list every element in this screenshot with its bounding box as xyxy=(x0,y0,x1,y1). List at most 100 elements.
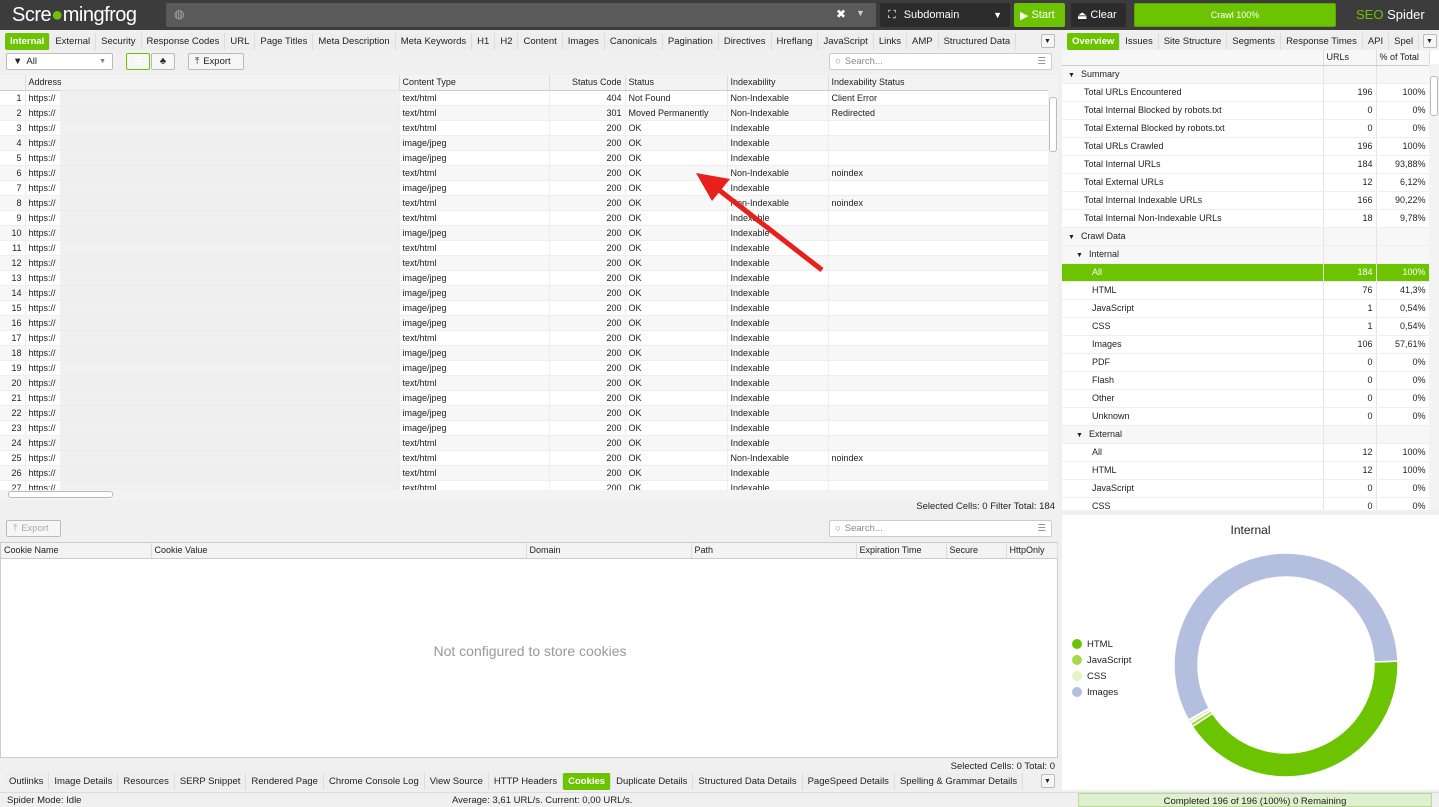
cookie-column-header[interactable]: Secure xyxy=(946,543,1007,559)
tab-h2[interactable]: H2 xyxy=(495,33,519,50)
tab-api[interactable]: API xyxy=(1362,33,1390,50)
tab-rendered-page[interactable]: Rendered Page xyxy=(246,773,324,790)
overview-row[interactable]: Total Internal Non-Indexable URLs 18 9,78% xyxy=(1062,209,1430,228)
tab-image-details[interactable]: Image Details xyxy=(49,773,119,790)
expand-arrow-icon[interactable]: ▼ xyxy=(1068,72,1075,79)
filter-dropdown[interactable]: ▼ All ▼ xyxy=(6,53,113,70)
overview-row[interactable]: CSS 1 0,54% xyxy=(1062,317,1430,336)
tab-directives[interactable]: Directives xyxy=(718,33,772,50)
cookie-column-header[interactable]: Cookie Name xyxy=(1,543,152,559)
col-urls[interactable]: URLs xyxy=(1323,50,1377,66)
cookie-column-header[interactable]: Cookie Value xyxy=(151,543,527,559)
tab-overview[interactable]: Overview xyxy=(1067,33,1121,50)
tab-site-structure[interactable]: Site Structure xyxy=(1158,33,1228,50)
url-input[interactable]: ◍ ✖ ▼ xyxy=(166,3,876,27)
tab-links[interactable]: Links xyxy=(873,33,907,50)
overview-row[interactable]: Other 0 0% xyxy=(1062,389,1430,408)
overview-row[interactable]: Unknown 0 0% xyxy=(1062,407,1430,426)
tab-response-times[interactable]: Response Times xyxy=(1281,33,1363,50)
overview-row[interactable]: JavaScript 1 0,54% xyxy=(1062,299,1430,318)
overview-row[interactable]: CSS 0 0% xyxy=(1062,497,1430,510)
overview-row[interactable]: ▼ Summary xyxy=(1062,65,1430,84)
tab-page-titles[interactable]: Page Titles xyxy=(255,33,314,50)
tab-hreflang[interactable]: Hreflang xyxy=(771,33,819,50)
tab-chrome-console-log[interactable]: Chrome Console Log xyxy=(323,773,425,790)
overview-row[interactable]: Total Internal URLs 184 93,88% xyxy=(1062,155,1430,174)
overview-row[interactable]: JavaScript 0 0% xyxy=(1062,479,1430,498)
tab-cookies[interactable]: Cookies xyxy=(563,773,612,790)
tab-issues[interactable]: Issues xyxy=(1120,33,1159,50)
tab-internal[interactable]: Internal xyxy=(5,33,51,50)
overview-row[interactable]: Total Internal Blocked by robots.txt 0 0% xyxy=(1062,101,1430,120)
overview-row[interactable]: PDF 0 0% xyxy=(1062,353,1430,372)
vertical-scrollbar[interactable] xyxy=(1048,75,1058,490)
tab-images[interactable]: Images xyxy=(562,33,605,50)
more-bottom-tabs-dropdown[interactable]: ▼ xyxy=(1041,774,1055,788)
filter-settings-icon[interactable]: ☰ xyxy=(1037,523,1046,534)
column-header[interactable]: Indexability xyxy=(727,75,829,91)
expand-arrow-icon[interactable]: ▼ xyxy=(1076,432,1083,439)
tab-pagespeed-details[interactable]: PageSpeed Details xyxy=(802,773,895,790)
tab-resources[interactable]: Resources xyxy=(118,773,175,790)
column-header[interactable]: Status xyxy=(625,75,728,91)
search-input[interactable]: ○ Search... ☰ xyxy=(829,53,1052,70)
lower-search-input[interactable]: ○ Search... ☰ xyxy=(829,520,1052,537)
mode-dropdown[interactable]: ⛶ Subdomain ▼ xyxy=(880,3,1010,27)
overview-row[interactable]: ▼ Internal xyxy=(1062,245,1430,264)
expand-arrow-icon[interactable]: ▼ xyxy=(1076,252,1083,259)
tab-spelling-grammar-details[interactable]: Spelling & Grammar Details xyxy=(894,773,1024,790)
lower-export-button[interactable]: ⤒ Export xyxy=(6,520,61,537)
tree-view-button[interactable]: ♣ xyxy=(151,53,175,70)
tab-view-source[interactable]: View Source xyxy=(424,773,489,790)
cookie-column-header[interactable]: Expiration Time xyxy=(856,543,947,559)
clear-button[interactable]: ⏏ Clear xyxy=(1071,3,1126,27)
overview-row[interactable]: All 184 100% xyxy=(1062,263,1430,282)
tab-duplicate-details[interactable]: Duplicate Details xyxy=(611,773,694,790)
tab-canonicals[interactable]: Canonicals xyxy=(604,33,663,50)
overview-row[interactable]: Total URLs Encountered 196 100% xyxy=(1062,83,1430,102)
more-right-tabs-dropdown[interactable]: ▼ xyxy=(1423,34,1437,48)
tab-javascript[interactable]: JavaScript xyxy=(818,33,874,50)
clear-url-icon[interactable]: ✖ xyxy=(836,7,846,21)
tab-structured-data-details[interactable]: Structured Data Details xyxy=(693,773,803,790)
tab-h1[interactable]: H1 xyxy=(472,33,496,50)
export-button[interactable]: ⤒ Export xyxy=(188,53,244,70)
url-history-dropdown[interactable]: ▼ xyxy=(856,8,865,18)
tab-spel[interactable]: Spel xyxy=(1389,33,1420,50)
overview-row[interactable]: HTML 76 41,3% xyxy=(1062,281,1430,300)
overview-row[interactable]: Total Internal Indexable URLs 166 90,22% xyxy=(1062,191,1430,210)
column-header[interactable]: Status Code xyxy=(549,75,626,91)
filter-settings-icon[interactable]: ☰ xyxy=(1037,56,1046,67)
tab-http-headers[interactable]: HTTP Headers xyxy=(488,773,564,790)
tab-url[interactable]: URL xyxy=(225,33,256,50)
cookie-column-header[interactable]: Path xyxy=(691,543,857,559)
tab-serp-snippet[interactable]: SERP Snippet xyxy=(174,773,247,790)
overview-scrollbar[interactable] xyxy=(1429,64,1439,510)
tab-response-codes[interactable]: Response Codes xyxy=(141,33,226,50)
more-tabs-dropdown[interactable]: ▼ xyxy=(1041,34,1055,48)
tab-security[interactable]: Security xyxy=(96,33,142,50)
horizontal-scrollbar[interactable] xyxy=(0,490,1058,500)
column-header[interactable]: Address xyxy=(25,75,400,91)
overview-row[interactable]: ▼ Crawl Data xyxy=(1062,227,1430,246)
cookie-column-header[interactable]: Domain xyxy=(526,543,692,559)
overview-row[interactable]: Total URLs Crawled 196 100% xyxy=(1062,137,1430,156)
overview-row[interactable]: Total External URLs 12 6,12% xyxy=(1062,173,1430,192)
overview-row[interactable]: HTML 12 100% xyxy=(1062,461,1430,480)
tab-meta-keywords[interactable]: Meta Keywords xyxy=(395,33,473,50)
column-header[interactable] xyxy=(0,75,26,91)
start-button[interactable]: ▶ Start xyxy=(1014,3,1065,27)
tab-segments[interactable]: Segments xyxy=(1227,33,1282,50)
tab-meta-description[interactable]: Meta Description xyxy=(313,33,396,50)
tab-content[interactable]: Content xyxy=(518,33,563,50)
tab-pagination[interactable]: Pagination xyxy=(662,33,719,50)
col-pct[interactable]: % of Total xyxy=(1376,50,1430,66)
overview-row[interactable]: All 12 100% xyxy=(1062,443,1430,462)
tab-amp[interactable]: AMP xyxy=(907,33,939,50)
overview-row[interactable]: Total External Blocked by robots.txt 0 0% xyxy=(1062,119,1430,138)
overview-row[interactable]: ▼ External xyxy=(1062,425,1430,444)
list-view-button[interactable]: ☰ xyxy=(126,53,150,70)
expand-arrow-icon[interactable]: ▼ xyxy=(1068,234,1075,241)
tab-structured-data[interactable]: Structured Data xyxy=(938,33,1017,50)
tab-external[interactable]: External xyxy=(50,33,97,50)
